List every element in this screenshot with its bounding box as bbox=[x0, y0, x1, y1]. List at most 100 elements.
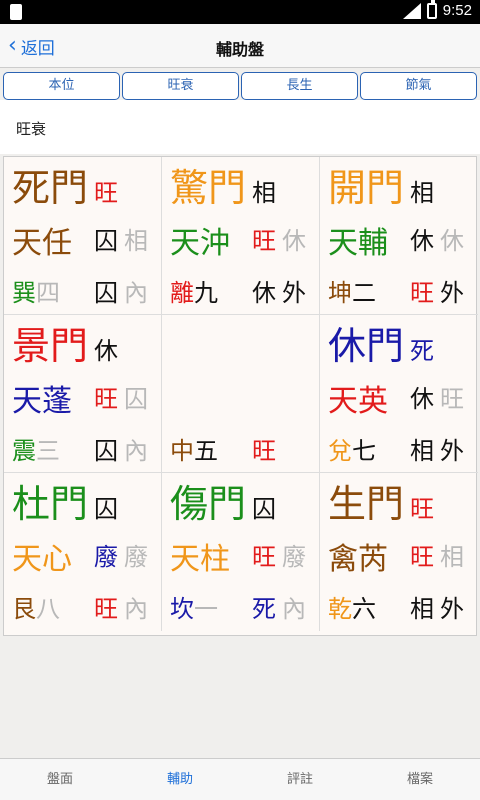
star-state-1: 廢 bbox=[94, 543, 118, 571]
door-row: 景門休 bbox=[12, 325, 118, 367]
star-state-1: 休 bbox=[410, 385, 434, 413]
star-row: 天心廢廢 bbox=[12, 543, 152, 577]
star-row: 天沖旺休 bbox=[170, 227, 310, 261]
gua-row: 中五 旺 bbox=[170, 437, 310, 465]
gua-state-2: 外 bbox=[282, 279, 306, 307]
tab-bar: 盤面 輔助 評註 檔案 bbox=[0, 758, 480, 800]
door-state: 休 bbox=[94, 337, 119, 365]
palace-cell[interactable]: 死門旺天任囚相巽四 囚內 bbox=[4, 157, 162, 315]
door-state: 死 bbox=[410, 337, 435, 365]
gua-row: 坤二 旺外 bbox=[328, 279, 468, 307]
star-name: 天英 bbox=[328, 384, 388, 419]
gua-row: 震三 囚內 bbox=[12, 437, 152, 465]
palace-cell[interactable]: 生門旺禽芮旺相乾六相外 bbox=[320, 473, 478, 631]
gua-state-2: 內 bbox=[124, 279, 148, 307]
gua-number: 八 bbox=[36, 595, 60, 623]
palace-cell[interactable]: 傷門囚天柱旺廢坎一 死內 bbox=[162, 473, 320, 631]
palace-cell[interactable]: 杜門囚天心廢廢艮八旺內 bbox=[4, 473, 162, 631]
star-state-1: 旺 bbox=[410, 543, 434, 571]
door-state: 相 bbox=[252, 179, 277, 207]
gua-row: 艮八 旺內 bbox=[12, 595, 152, 623]
door-name: 杜門 bbox=[12, 482, 89, 526]
gua-name: 中 bbox=[170, 437, 194, 465]
gua-row: 離九 休外 bbox=[170, 279, 310, 307]
gua-state-1: 旺 bbox=[94, 595, 118, 623]
star-name: 天心 bbox=[12, 542, 72, 577]
gua-number: 七 bbox=[352, 437, 376, 465]
door-state: 相 bbox=[410, 179, 435, 207]
door-state: 旺 bbox=[94, 179, 119, 207]
signal-icon bbox=[402, 2, 421, 19]
palace-cell[interactable]: 中五 旺 bbox=[162, 315, 320, 473]
gua-name: 巽 bbox=[12, 279, 36, 307]
gua-name: 兌 bbox=[328, 437, 352, 465]
star-row: 天輔休休 bbox=[328, 227, 468, 261]
gua-number: 一 bbox=[194, 595, 218, 623]
gua-state-1: 囚 bbox=[94, 437, 118, 465]
star-state-1: 旺 bbox=[94, 385, 118, 413]
gua-name: 艮 bbox=[12, 595, 36, 623]
gua-state-1: 旺 bbox=[252, 437, 276, 465]
star-state-2: 休 bbox=[282, 227, 306, 255]
gua-state-2: 外 bbox=[440, 279, 464, 307]
star-state-1: 囚 bbox=[94, 227, 118, 255]
star-row: 禽芮旺相 bbox=[328, 543, 468, 577]
star-name: 天蓬 bbox=[12, 384, 72, 419]
star-name: 禽芮 bbox=[328, 542, 388, 577]
palace-cell[interactable]: 景門休天蓬旺囚震三囚內 bbox=[4, 315, 162, 473]
door-name: 死門 bbox=[12, 166, 89, 210]
star-state-2: 旺 bbox=[440, 385, 464, 413]
gua-name: 乾 bbox=[328, 595, 352, 623]
section-header: 旺衰 bbox=[0, 100, 480, 154]
palace-cell[interactable]: 休門死天英休旺兌七 相外 bbox=[320, 315, 478, 473]
palace-cell[interactable]: 開門相天輔休休坤二旺外 bbox=[320, 157, 478, 315]
page-title: 輔助盤 bbox=[215, 40, 264, 59]
tab-wangshuai[interactable]: 旺衰 bbox=[122, 72, 239, 100]
star-name: 天柱 bbox=[170, 542, 230, 577]
star-state-2: 囚 bbox=[124, 385, 148, 413]
star-state-1: 旺 bbox=[252, 227, 276, 255]
palace-grid: 死門旺天任囚相巽四囚內驚門相天沖旺休離九休外開門相天輔休休坤二旺外景門休天蓬旺囚… bbox=[3, 156, 478, 636]
star-row: 天柱旺廢 bbox=[170, 543, 310, 577]
gua-row: 坎一 死內 bbox=[170, 595, 310, 623]
gua-number: 四 bbox=[36, 279, 60, 307]
door-state: 囚 bbox=[252, 495, 277, 523]
door-name: 開門 bbox=[328, 166, 405, 210]
status-bar: 9:52 bbox=[0, 0, 480, 24]
star-state-2: 廢 bbox=[282, 543, 306, 571]
gua-row: 兌七 相外 bbox=[328, 437, 468, 465]
gua-state-1: 相 bbox=[410, 595, 434, 623]
gua-name: 坤 bbox=[328, 279, 352, 307]
door-name: 生門 bbox=[328, 482, 405, 526]
navigation-bar: ‹ 返回 輔助盤 bbox=[0, 24, 480, 68]
tab-benwei[interactable]: 本位 bbox=[3, 72, 120, 100]
star-state-2: 廢 bbox=[124, 543, 148, 571]
door-row: 驚門相 bbox=[170, 167, 276, 209]
palace-cell[interactable]: 驚門相天沖旺休離九 休外 bbox=[162, 157, 320, 315]
door-row: 死門旺 bbox=[12, 167, 118, 209]
gua-row: 巽四 囚內 bbox=[12, 279, 152, 307]
star-name: 天輔 bbox=[328, 226, 388, 261]
tab-changsheng[interactable]: 長生 bbox=[241, 72, 358, 100]
star-state-1: 旺 bbox=[252, 543, 276, 571]
gua-state-1: 休 bbox=[252, 279, 276, 307]
door-name: 景門 bbox=[12, 324, 89, 368]
status-right: 9:52 bbox=[402, 0, 472, 19]
tab-bar-item-panmian[interactable]: 盤面 bbox=[0, 759, 120, 800]
gua-number: 五 bbox=[194, 437, 218, 465]
star-row: 天任囚相 bbox=[12, 227, 152, 261]
gua-state-1: 旺 bbox=[410, 279, 434, 307]
gua-name: 離 bbox=[170, 279, 194, 307]
tab-jieqi[interactable]: 節氣 bbox=[360, 72, 477, 100]
tab-bar-item-pingzhu[interactable]: 評註 bbox=[240, 759, 360, 800]
segmented-control: 本位 旺衰 長生 節氣 bbox=[2, 72, 478, 100]
tab-bar-item-dangan[interactable]: 檔案 bbox=[360, 759, 480, 800]
gua-name: 震 bbox=[12, 437, 36, 465]
gua-name: 坎 bbox=[170, 595, 194, 623]
gua-state-2: 內 bbox=[124, 595, 148, 623]
gua-number: 九 bbox=[194, 279, 218, 307]
door-name: 驚門 bbox=[170, 166, 247, 210]
tab-bar-item-fuzhu[interactable]: 輔助 bbox=[120, 759, 240, 800]
section-title: 旺衰 bbox=[16, 120, 47, 138]
gua-row: 乾六 相外 bbox=[328, 595, 468, 623]
